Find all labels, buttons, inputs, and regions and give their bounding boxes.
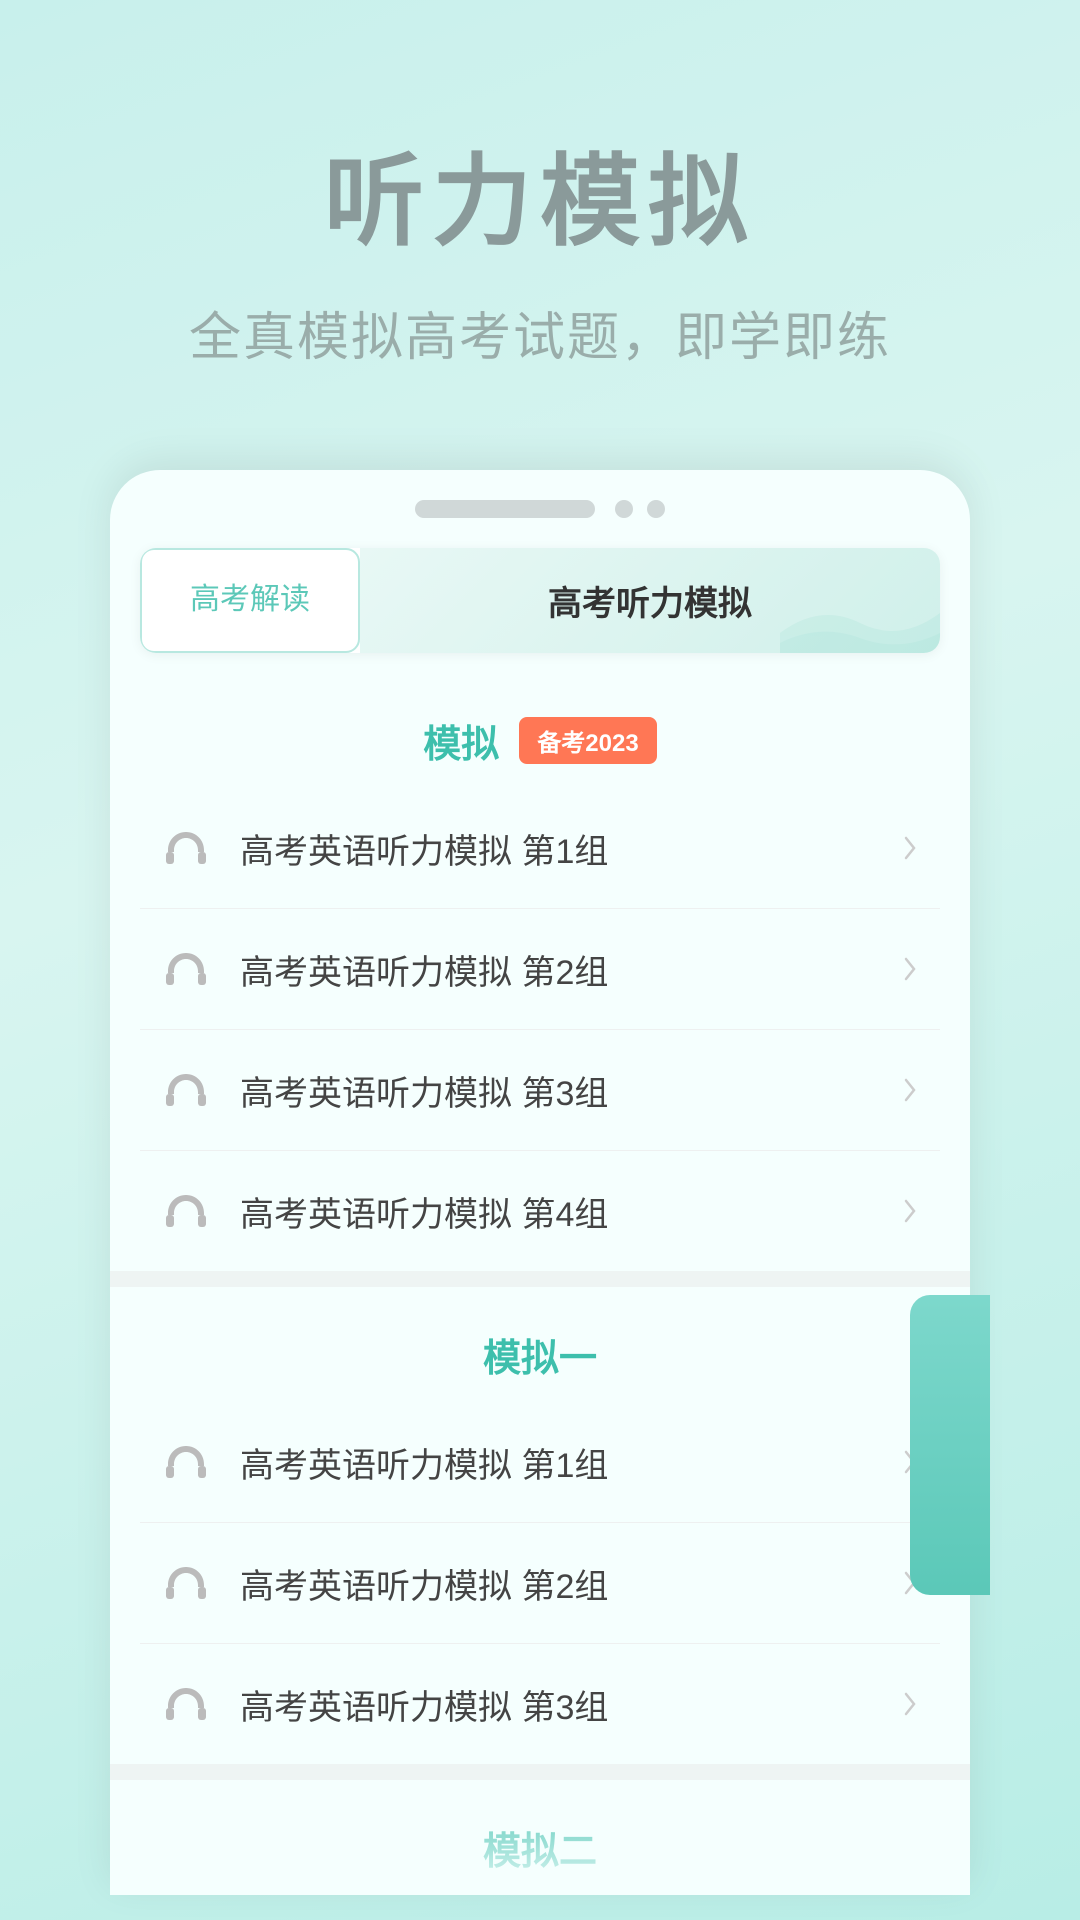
item-text-moni-yi-2: 高考英语听力模拟 第2组 (240, 1559, 900, 1608)
list-item-moni-4[interactable]: 高考英语听力模拟 第4组 (140, 1151, 940, 1271)
headphone-icon-4 (160, 1185, 212, 1237)
chevron-icon-2 (900, 951, 920, 987)
page-title: 听力模拟 (60, 120, 1020, 265)
section-header-moni-yi: 模拟一 (140, 1287, 940, 1402)
section-divider-1 (110, 1271, 970, 1287)
headphone-icon-3 (160, 1064, 212, 1116)
headphone-icon-2 (160, 943, 212, 995)
item-text-moni-1: 高考英语听力模拟 第1组 (240, 824, 900, 873)
item-text-moni-3: 高考英语听力模拟 第3组 (240, 1066, 900, 1115)
list-item-moni-1[interactable]: 高考英语听力模拟 第1组 (140, 788, 940, 909)
notch-area (110, 500, 970, 518)
section-title-moni: 模拟 (423, 713, 499, 768)
tab-bar: 高考解读 高考听力模拟 (140, 548, 940, 653)
list-item-moni-yi-1[interactable]: 高考英语听力模拟 第1组 (140, 1402, 940, 1523)
headphone-icon-yi-3 (160, 1678, 212, 1730)
teal-accent-decoration (910, 1295, 990, 1595)
section-title-moni-yi: 模拟一 (483, 1327, 597, 1382)
item-text-moni-yi-1: 高考英语听力模拟 第1组 (240, 1438, 900, 1487)
chevron-icon-yi-3 (900, 1686, 920, 1722)
list-item-moni-yi-3[interactable]: 高考英语听力模拟 第3组 (140, 1644, 940, 1764)
notch-pill (415, 500, 595, 518)
item-text-moni-4: 高考英语听力模拟 第4组 (240, 1187, 900, 1236)
section-header-moni: 模拟 备考2023 (140, 673, 940, 788)
tab-gaokao-listening[interactable]: 高考听力模拟 (360, 548, 940, 653)
list-item-moni-yi-2[interactable]: 高考英语听力模拟 第2组 (140, 1523, 940, 1644)
tab-gaokao-intro[interactable]: 高考解读 (140, 548, 360, 653)
notch-dots (615, 500, 665, 518)
list-item-moni-2[interactable]: 高考英语听力模拟 第2组 (140, 909, 940, 1030)
chevron-icon-4 (900, 1193, 920, 1229)
chevron-icon-1 (900, 830, 920, 866)
content-section: 模拟 备考2023 高考英语听力模拟 第1组 (110, 653, 970, 1895)
list-moni-yi: 高考英语听力模拟 第1组 高考英语听力模拟 第2组 (140, 1402, 940, 1764)
dot-1 (615, 500, 633, 518)
hero-section: 听力模拟 全真模拟高考试题，即学即练 (0, 0, 1080, 430)
tab-wave-decoration (780, 593, 940, 653)
app-container: 高考解读 高考听力模拟 模拟 备考2023 (110, 470, 970, 1895)
list-item-moni-3[interactable]: 高考英语听力模拟 第3组 (140, 1030, 940, 1151)
page-subtitle: 全真模拟高考试题，即学即练 (60, 295, 1020, 370)
headphone-icon-1 (160, 822, 212, 874)
chevron-icon-3 (900, 1072, 920, 1108)
headphone-icon-yi-2 (160, 1557, 212, 1609)
list-moni: 高考英语听力模拟 第1组 高考英语听力模拟 第2组 (140, 788, 940, 1271)
bottom-fade (110, 1775, 970, 1895)
badge-moni: 备考2023 (519, 717, 656, 764)
item-text-moni-yi-3: 高考英语听力模拟 第3组 (240, 1680, 900, 1729)
headphone-icon-yi-1 (160, 1436, 212, 1488)
dot-2 (647, 500, 665, 518)
item-text-moni-2: 高考英语听力模拟 第2组 (240, 945, 900, 994)
